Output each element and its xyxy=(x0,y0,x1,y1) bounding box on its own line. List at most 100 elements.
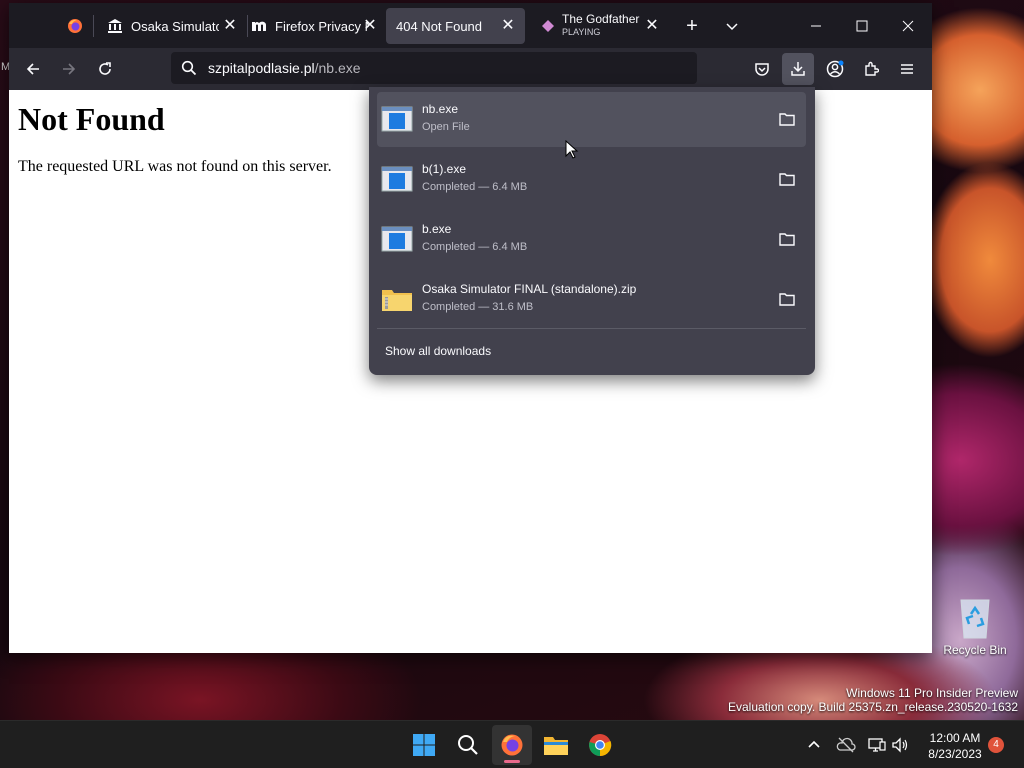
download-status: Completed — 31.6 MB xyxy=(422,301,534,313)
pocket-icon xyxy=(755,63,769,76)
downloads-button[interactable] xyxy=(782,53,814,85)
chevron-up-icon[interactable] xyxy=(804,735,824,755)
mouse-cursor-icon xyxy=(565,140,579,159)
arrow-right-icon xyxy=(63,63,76,75)
search-button[interactable] xyxy=(448,725,488,765)
close-tab-icon[interactable]: ✕ xyxy=(221,17,239,35)
download-status: Open File xyxy=(422,121,470,133)
close-tab-icon[interactable]: ✕ xyxy=(499,17,517,35)
download-filename: b.exe xyxy=(422,222,452,236)
download-item[interactable]: Osaka Simulator FINAL (standalone).zip C… xyxy=(377,272,806,327)
recycle-bin-icon xyxy=(960,599,990,639)
tab-firefox-privacy[interactable]: Firefox Privacy N ✕ xyxy=(241,8,387,44)
panel-divider xyxy=(377,328,806,329)
downloads-panel: nb.exe Open File b(1).exe Completed — 6.… xyxy=(369,87,815,375)
tab-text: The Godfather PLAYING xyxy=(562,13,639,39)
folder-icon[interactable] xyxy=(778,230,796,248)
watermark-build: Evaluation copy. Build 25375.zn_release.… xyxy=(728,700,1018,714)
taskbar-chrome[interactable] xyxy=(580,725,620,765)
forward-button[interactable] xyxy=(53,53,85,85)
nav-toolbar: szpitalpodlasie.pl/nb.exe xyxy=(9,48,932,90)
download-item[interactable]: nb.exe Open File xyxy=(377,92,806,147)
hamburger-menu-icon xyxy=(901,64,913,74)
page-heading: Not Found xyxy=(18,101,165,137)
account-icon xyxy=(826,60,844,78)
show-all-downloads-button[interactable]: Show all downloads xyxy=(377,336,806,366)
m-logo-icon xyxy=(252,21,266,31)
tab-firefox-view[interactable] xyxy=(57,8,93,44)
download-item[interactable]: b.exe Completed — 6.4 MB xyxy=(377,212,806,267)
taskbar-firefox[interactable] xyxy=(492,725,532,765)
exe-icon xyxy=(381,106,413,132)
url-host: szpitalpodlasie.pl xyxy=(208,60,315,76)
maximize-icon xyxy=(856,20,868,32)
puzzle-icon xyxy=(865,61,879,76)
minimize-icon xyxy=(811,25,821,27)
running-indicator xyxy=(504,760,520,763)
search-icon xyxy=(181,60,197,76)
download-item[interactable]: b(1).exe Completed — 6.4 MB xyxy=(377,152,806,207)
windows-watermark: Windows 11 Pro Insider Preview Evaluatio… xyxy=(728,686,1018,714)
search-icon xyxy=(458,735,478,755)
exe-icon xyxy=(381,226,413,252)
folder-icon[interactable] xyxy=(778,110,796,128)
tab-404-not-found[interactable]: 404 Not Found ✕ xyxy=(386,8,525,44)
minimize-button[interactable] xyxy=(801,11,831,41)
download-filename: Osaka Simulator FINAL (standalone).zip xyxy=(422,282,637,296)
arrow-left-icon xyxy=(26,63,39,75)
list-all-tabs-button[interactable] xyxy=(717,11,747,41)
clock[interactable]: 12:00 AM 8/23/2023 xyxy=(918,730,992,762)
onedrive-offline-icon[interactable] xyxy=(836,735,856,755)
url-path: /nb.exe xyxy=(314,60,361,76)
museum-icon xyxy=(108,19,122,33)
firefox-icon xyxy=(68,19,82,33)
clock-date: 8/23/2023 xyxy=(928,747,982,761)
download-status: Completed — 6.4 MB xyxy=(422,241,528,253)
account-button[interactable] xyxy=(819,53,851,85)
zip-folder-icon xyxy=(382,290,412,311)
start-button[interactable] xyxy=(404,725,444,765)
tab-the-godfather[interactable]: The Godfather PLAYING ✕ xyxy=(532,8,669,44)
back-button[interactable] xyxy=(17,53,49,85)
new-tab-button[interactable]: + xyxy=(677,11,707,41)
tab-separator xyxy=(93,15,94,37)
tab-title: Firefox Privacy N xyxy=(275,18,369,34)
download-status: Completed — 6.4 MB xyxy=(422,181,528,193)
page-message: The requested URL was not found on this … xyxy=(18,158,332,175)
download-icon xyxy=(791,62,805,76)
tab-playing-label: PLAYING xyxy=(562,27,601,37)
url-bar[interactable]: szpitalpodlasie.pl/nb.exe xyxy=(171,52,697,84)
tab-title: Osaka Simulator xyxy=(131,18,219,34)
maximize-button[interactable] xyxy=(847,11,877,41)
taskbar-file-explorer[interactable] xyxy=(536,725,576,765)
notification-badge[interactable]: 4 xyxy=(988,737,1004,753)
watermark-edition: Windows 11 Pro Insider Preview xyxy=(846,686,1018,700)
chevron-down-icon xyxy=(726,23,738,31)
folder-icon xyxy=(544,737,568,755)
tab-osaka-simulator[interactable]: Osaka Simulator ✕ xyxy=(97,8,247,44)
tab-title: The Godfather xyxy=(562,12,640,26)
reload-button[interactable] xyxy=(89,53,121,85)
windows-logo-icon xyxy=(413,734,435,756)
folder-icon[interactable] xyxy=(778,290,796,308)
download-filename: nb.exe xyxy=(422,102,459,116)
extensions-button[interactable] xyxy=(855,53,887,85)
network-icon[interactable] xyxy=(867,735,887,755)
volume-icon[interactable] xyxy=(890,735,910,755)
menu-button[interactable] xyxy=(891,53,923,85)
close-window-button[interactable] xyxy=(893,11,923,41)
close-tab-icon[interactable]: ✕ xyxy=(361,17,379,35)
download-filename: b(1).exe xyxy=(422,162,467,176)
taskbar: 12:00 AM 8/23/2023 4 xyxy=(0,720,1024,768)
tab-bar: Osaka Simulator ✕ Firefox Privacy N ✕ 40… xyxy=(9,3,932,48)
exe-icon xyxy=(381,166,413,192)
clock-time: 12:00 AM xyxy=(929,731,981,745)
close-icon xyxy=(902,20,914,32)
pocket-button[interactable] xyxy=(746,53,778,85)
firefox-icon xyxy=(501,734,523,756)
folder-icon[interactable] xyxy=(778,170,796,188)
recycle-bin[interactable]: Recycle Bin xyxy=(942,596,1008,657)
diamond-icon xyxy=(542,20,554,32)
chrome-icon xyxy=(589,734,612,757)
close-tab-icon[interactable]: ✕ xyxy=(643,17,661,35)
